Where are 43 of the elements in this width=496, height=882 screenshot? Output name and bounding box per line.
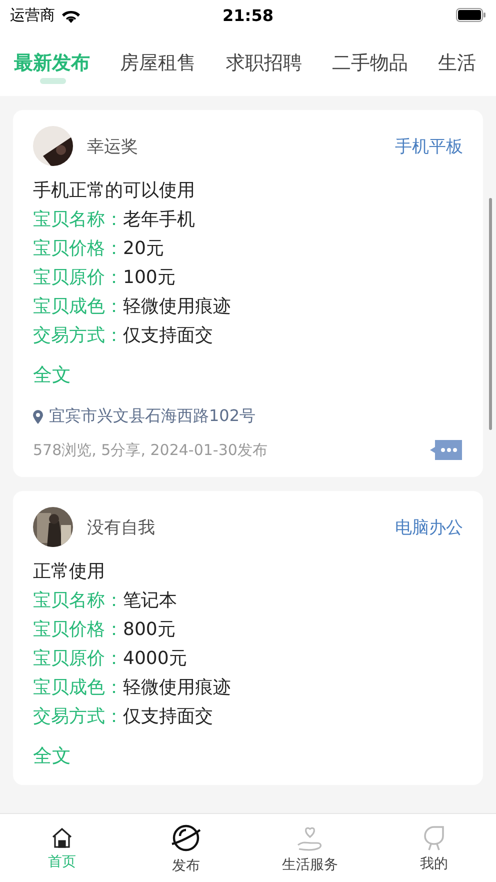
post-stats: 578浏览, 5分享, 2024-01-30发布 xyxy=(33,440,268,460)
location-text: 宜宾市兴文县石海西路102号 xyxy=(49,406,256,427)
field-label: 宝贝原价： xyxy=(33,647,123,671)
field-value: 20元 xyxy=(123,237,164,261)
category-label[interactable]: 手机平板 xyxy=(395,134,463,158)
tab-indicator xyxy=(40,78,66,84)
comment-icon[interactable] xyxy=(429,439,463,461)
field-value: 老年手机 xyxy=(123,208,195,232)
category-tab[interactable]: 房屋租售 xyxy=(120,40,196,86)
field-value: 仅支持面交 xyxy=(123,705,213,729)
field-value: 笔记本 xyxy=(123,589,177,613)
field-label: 交易方式： xyxy=(33,705,123,729)
field-label: 宝贝名称： xyxy=(33,208,123,232)
category-tab[interactable]: 二手物品 xyxy=(332,40,408,86)
field-value: 100元 xyxy=(123,266,176,290)
field-label: 宝贝原价： xyxy=(33,266,123,290)
battery-icon xyxy=(456,8,486,22)
carrier-name: 运营商 xyxy=(10,6,55,24)
field-label: 宝贝价格： xyxy=(33,237,123,261)
field-label: 交易方式： xyxy=(33,324,123,348)
field-value: 4000元 xyxy=(123,647,187,671)
post-description: 正常使用 xyxy=(33,560,106,584)
home-icon xyxy=(50,826,74,850)
category-tab[interactable]: 求职招聘 xyxy=(226,40,302,86)
nav-item[interactable]: 生活服务 xyxy=(248,814,372,882)
field-value: 轻微使用痕迹 xyxy=(123,676,231,700)
category-label[interactable]: 电脑办公 xyxy=(395,516,463,538)
nav-item[interactable]: 我的 xyxy=(372,814,496,882)
nav-item[interactable]: 发布 xyxy=(124,814,248,882)
field-label: 宝贝名称： xyxy=(33,589,123,613)
chat-bubble-icon xyxy=(421,824,447,852)
field-label: 宝贝价格： xyxy=(33,618,123,642)
clock-time: 21:58 xyxy=(222,6,274,24)
field-value: 800元 xyxy=(123,618,176,642)
post-description: 手机正常的可以使用 xyxy=(33,179,196,203)
category-tab[interactable]: 生活 xyxy=(438,40,476,86)
field-label: 宝贝成色： xyxy=(33,676,123,700)
user-name: 幸运奖 xyxy=(87,136,139,158)
field-value: 轻微使用痕迹 xyxy=(123,295,231,319)
field-value: 仅支持面交 xyxy=(123,324,213,348)
location-pin-icon xyxy=(33,410,43,424)
field-label: 宝贝成色： xyxy=(33,295,123,319)
user-name: 没有自我 xyxy=(87,516,156,538)
